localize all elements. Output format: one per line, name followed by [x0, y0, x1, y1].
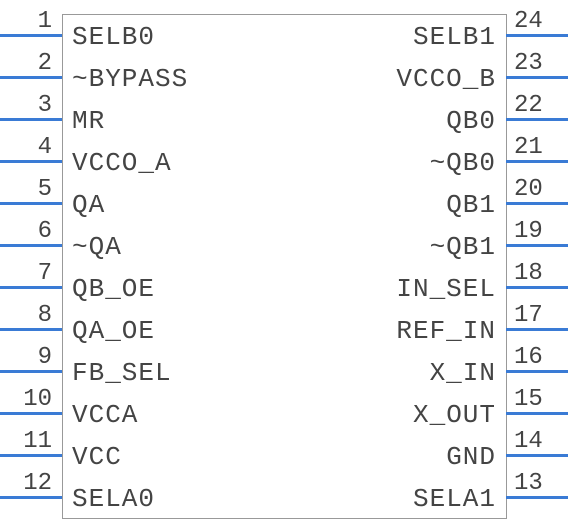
pin-left-9: 9FB_SEL	[0, 350, 300, 390]
pin-number: 7	[6, 260, 52, 287]
pin-left-12: 12SELA0	[0, 476, 300, 516]
pin-left-8: 8QA_OE	[0, 308, 300, 348]
pin-right-13: 13SELA1	[268, 476, 568, 516]
pin-label: VCCO_A	[72, 148, 172, 178]
pin-number: 24	[514, 8, 560, 35]
pin-number: 21	[514, 134, 560, 161]
pin-number: 4	[6, 134, 52, 161]
pin-number: 5	[6, 176, 52, 203]
pin-number: 17	[514, 302, 560, 329]
pin-label: ~QB1	[430, 232, 496, 262]
pin-number: 12	[6, 470, 52, 497]
pin-right-19: 19~QB1	[268, 224, 568, 264]
pin-number: 15	[514, 386, 560, 413]
pin-label: IN_SEL	[396, 274, 496, 304]
pin-left-7: 7QB_OE	[0, 266, 300, 306]
pin-number: 11	[6, 428, 52, 455]
pin-label: ~BYPASS	[72, 64, 188, 94]
pin-number: 20	[514, 176, 560, 203]
pin-label: X_IN	[430, 358, 496, 388]
pin-left-6: 6~QA	[0, 224, 300, 264]
pin-label: VCC	[72, 442, 122, 472]
pin-right-23: 23VCCO_B	[268, 56, 568, 96]
pin-number: 6	[6, 218, 52, 245]
pin-left-2: 2~BYPASS	[0, 56, 300, 96]
pin-number: 3	[6, 92, 52, 119]
pin-right-16: 16X_IN	[268, 350, 568, 390]
pin-number: 13	[514, 470, 560, 497]
pin-right-17: 17REF_IN	[268, 308, 568, 348]
pin-label: SELA0	[72, 484, 155, 514]
pin-label: SELB0	[72, 22, 155, 52]
pin-right-22: 22QB0	[268, 98, 568, 138]
pin-label: QA	[72, 190, 105, 220]
pin-label: QB1	[446, 190, 496, 220]
pin-number: 8	[6, 302, 52, 329]
pin-label: SELA1	[413, 484, 496, 514]
pin-number: 9	[6, 344, 52, 371]
pin-number: 1	[6, 8, 52, 35]
pin-left-11: 11VCC	[0, 434, 300, 474]
pin-number: 22	[514, 92, 560, 119]
pin-left-1: 1SELB0	[0, 14, 300, 54]
pin-label: REF_IN	[396, 316, 496, 346]
pin-left-10: 10VCCA	[0, 392, 300, 432]
pin-label: X_OUT	[413, 400, 496, 430]
pin-right-15: 15X_OUT	[268, 392, 568, 432]
pin-label: SELB1	[413, 22, 496, 52]
pin-label: ~QA	[72, 232, 122, 262]
pin-right-24: 24SELB1	[268, 14, 568, 54]
pin-left-4: 4VCCO_A	[0, 140, 300, 180]
pin-number: 23	[514, 50, 560, 77]
pin-right-21: 21~QB0	[268, 140, 568, 180]
pin-label: FB_SEL	[72, 358, 172, 388]
pin-number: 2	[6, 50, 52, 77]
pin-right-18: 18IN_SEL	[268, 266, 568, 306]
pin-number: 10	[6, 386, 52, 413]
pin-label: MR	[72, 106, 105, 136]
pin-number: 14	[514, 428, 560, 455]
pin-number: 19	[514, 218, 560, 245]
pin-right-20: 20QB1	[268, 182, 568, 222]
pin-right-14: 14GND	[268, 434, 568, 474]
pin-label: QB_OE	[72, 274, 155, 304]
pin-left-5: 5QA	[0, 182, 300, 222]
pin-label: VCCA	[72, 400, 138, 430]
pin-number: 18	[514, 260, 560, 287]
pin-number: 16	[514, 344, 560, 371]
pin-label: ~QB0	[430, 148, 496, 178]
pin-label: GND	[446, 442, 496, 472]
pin-label: QB0	[446, 106, 496, 136]
pin-label: QA_OE	[72, 316, 155, 346]
pin-label: VCCO_B	[396, 64, 496, 94]
pin-left-3: 3MR	[0, 98, 300, 138]
